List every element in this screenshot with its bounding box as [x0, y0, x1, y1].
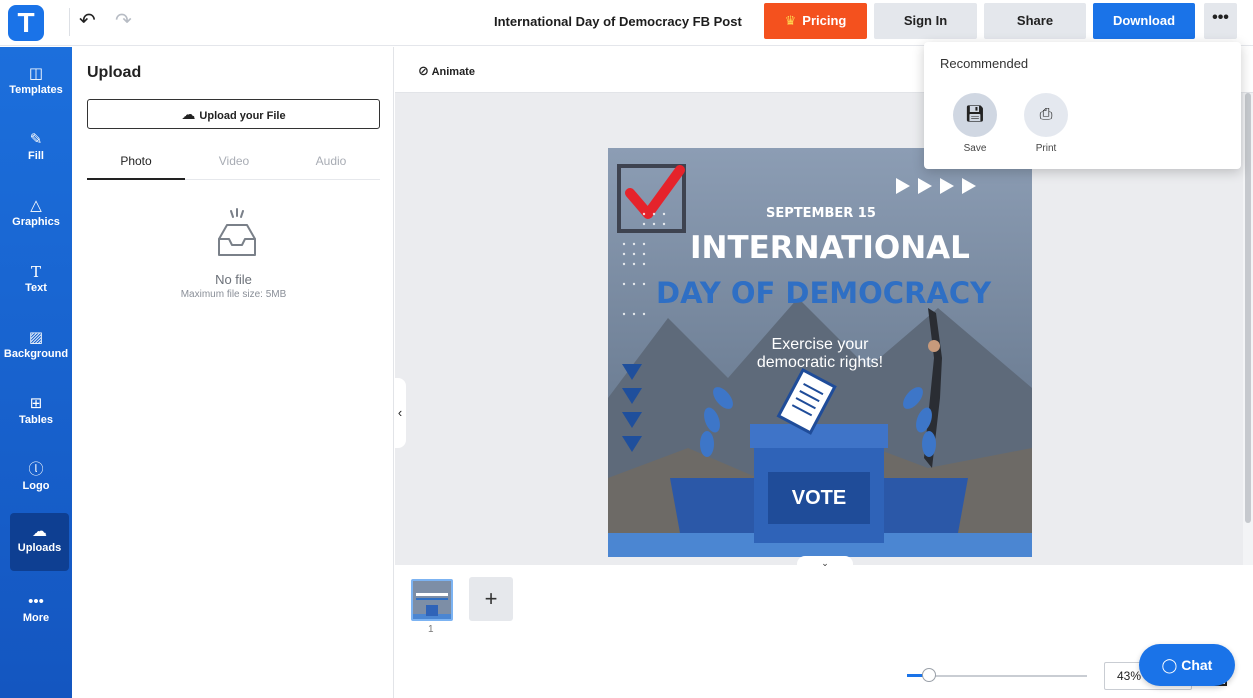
dots-icon: ••• — [28, 593, 44, 610]
chat-label: Chat — [1181, 657, 1213, 673]
sidebar-item-label: Graphics — [12, 216, 60, 228]
sidebar-item-text[interactable]: T Text — [0, 253, 72, 311]
print-label: Print — [1035, 143, 1057, 154]
sidebar-item-uploads[interactable]: ☁ Uploads — [10, 513, 69, 571]
sidebar-item-label: Logo — [22, 480, 50, 492]
shapes-icon: △ — [30, 197, 42, 214]
redo-icon[interactable]: ↷ — [115, 9, 132, 33]
add-page-button[interactable]: + — [469, 577, 513, 621]
logo-icon: ⓛ — [28, 461, 44, 478]
sidebar-item-label: Uploads — [17, 542, 62, 554]
poster-vote-label[interactable]: VOTE — [768, 487, 870, 510]
app-logo[interactable]: T — [8, 5, 44, 41]
templates-icon: ◫ — [28, 65, 44, 82]
empty-state-subtitle: Maximum file size: 5MB — [180, 289, 287, 300]
more-options-button[interactable]: ••• — [1204, 3, 1237, 39]
panel-title: Upload — [87, 64, 142, 81]
print-icon: ⎙ — [1024, 93, 1068, 137]
download-button[interactable]: Download — [1093, 3, 1195, 39]
empty-inbox-icon — [218, 208, 256, 256]
sidebar-item-label: Templates — [9, 84, 63, 96]
top-bar: T ↶ ↷ International Day of Democracy FB … — [0, 0, 1253, 46]
pricing-label: Pricing — [802, 13, 847, 28]
save-icon: 💾︎ — [953, 93, 997, 137]
table-icon: ⊞ — [29, 395, 43, 412]
chevron-left-icon: ‹ — [397, 405, 403, 420]
sidebar-item-label: Fill — [28, 150, 44, 162]
sidebar-item-templates[interactable]: ◫ Templates — [0, 55, 72, 113]
tab-photo[interactable]: Photo — [87, 154, 185, 168]
chat-bubble-icon: ◯ — [1161, 657, 1178, 673]
poster-headline-line2[interactable]: DAY OF DEMOCRACY — [656, 276, 991, 310]
empty-state-title: No file — [215, 272, 252, 287]
download-menu-title: Recommended — [940, 56, 1029, 71]
sidebar-item-logo[interactable]: ⓛ Logo — [0, 451, 72, 509]
sidebar-item-tables[interactable]: ⊞ Tables — [0, 385, 72, 443]
zoom-slider-handle[interactable] — [922, 668, 936, 682]
animate-icon: ⊘ — [418, 63, 429, 78]
poster-tagline-line2[interactable]: democratic rights! — [608, 354, 1032, 372]
pricing-button[interactable]: ♛ Pricing — [764, 3, 867, 39]
design-poster[interactable]: SEPTEMBER 15 INTERNATIONAL DAY OF DEMOCR… — [608, 148, 1032, 557]
poster-tagline-line1[interactable]: Exercise your — [608, 336, 1032, 354]
crown-icon: ♛ — [784, 13, 797, 28]
save-label: Save — [963, 143, 987, 154]
tab-video[interactable]: Video — [185, 154, 283, 168]
scrollbar-thumb[interactable] — [1245, 93, 1251, 523]
page-thumbnail-image — [413, 581, 451, 619]
divider — [69, 8, 70, 36]
upload-panel: Upload ☁ Upload your File Photo Video Aud… — [72, 47, 394, 698]
poster-date[interactable]: SEPTEMBER 15 — [766, 206, 876, 221]
upload-file-label: Upload your File — [199, 110, 286, 122]
page-number: 1 — [428, 624, 434, 635]
undo-icon[interactable]: ↶ — [79, 9, 96, 33]
text-icon: T — [30, 263, 41, 281]
sidebar-item-label: Background — [3, 348, 69, 360]
sidebar-item-background[interactable]: ▨ Background — [0, 319, 72, 377]
sidebar-item-label: More — [22, 612, 50, 624]
active-tab-indicator — [87, 178, 185, 180]
page-thumbnail[interactable] — [411, 579, 453, 621]
background-icon: ▨ — [28, 329, 44, 346]
print-option[interactable]: ⎙ Print — [1024, 93, 1068, 154]
save-option[interactable]: 💾︎ Save — [953, 93, 997, 154]
animate-label: Animate — [431, 66, 475, 78]
upload-file-button[interactable]: ☁ Upload your File — [87, 99, 380, 129]
sidebar: ◫ Templates ✎ Fill △ Graphics T Text ▨ B… — [0, 47, 72, 698]
sidebar-item-more[interactable]: ••• More — [0, 583, 72, 641]
poster-headline-line1[interactable]: INTERNATIONAL — [690, 230, 970, 266]
animate-button[interactable]: ⊘ Animate — [418, 63, 475, 79]
collapse-panel-button[interactable]: ‹ — [394, 378, 406, 448]
sidebar-item-label: Tables — [18, 414, 54, 426]
cloud-upload-icon: ☁ — [181, 106, 196, 122]
document-title[interactable]: International Day of Democracy FB Post — [494, 14, 742, 29]
chat-button[interactable]: ◯ Chat — [1139, 644, 1235, 686]
tab-audio[interactable]: Audio — [282, 154, 380, 168]
download-menu: Recommended 💾︎ Save ⎙ Print — [924, 42, 1241, 169]
sign-in-button[interactable]: Sign In — [874, 3, 977, 39]
cloud-upload-icon: ☁ — [32, 523, 47, 540]
pencil-icon: ✎ — [29, 131, 43, 148]
sidebar-item-graphics[interactable]: △ Graphics — [0, 187, 72, 245]
sidebar-item-fill[interactable]: ✎ Fill — [0, 121, 72, 179]
share-button[interactable]: Share — [984, 3, 1086, 39]
sidebar-item-label: Text — [25, 282, 47, 294]
